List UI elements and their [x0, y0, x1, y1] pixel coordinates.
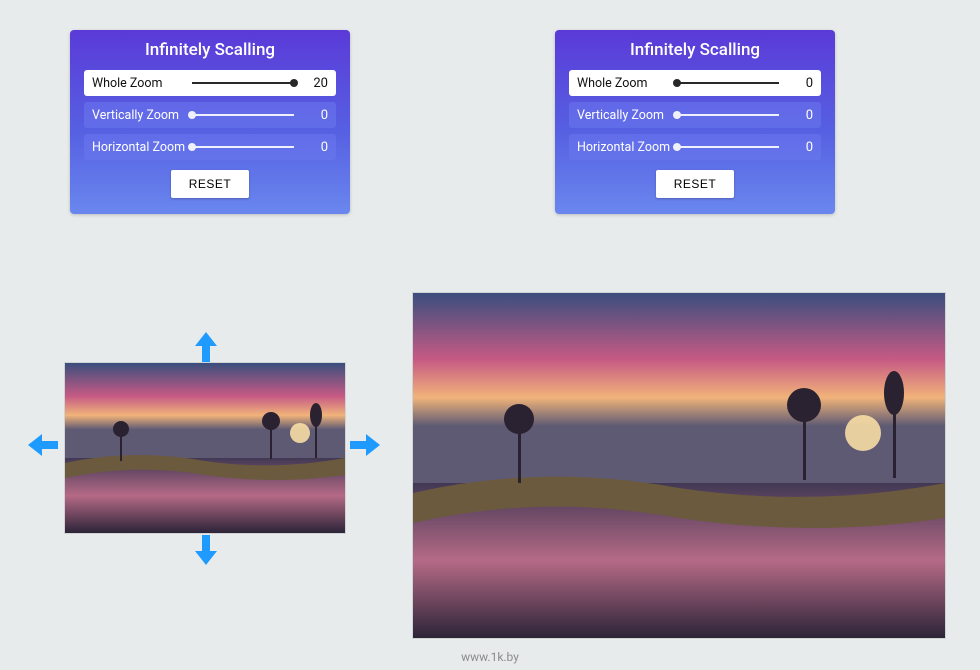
arrow-down-icon: [195, 535, 217, 565]
slider-thumb-icon[interactable]: [673, 79, 681, 87]
slider-value: 0: [779, 108, 813, 123]
slider-row-whole-zoom[interactable]: Whole Zoom 20: [84, 70, 336, 96]
slider-row-vertical-zoom[interactable]: Vertically Zoom 0: [84, 102, 336, 128]
footer-credit: www.1k.by: [0, 650, 980, 664]
slider-value: 0: [779, 76, 813, 91]
slider-track[interactable]: [677, 82, 779, 84]
slider-thumb-icon[interactable]: [188, 111, 196, 119]
arrow-up-icon: [195, 332, 217, 362]
preview-image-large: [413, 293, 945, 638]
slider-track[interactable]: [192, 114, 294, 116]
slider-label: Whole Zoom: [577, 76, 677, 91]
panel-title: Infinitely Scalling: [569, 40, 821, 60]
slider-thumb-icon[interactable]: [290, 79, 298, 87]
slider-thumb-icon[interactable]: [188, 143, 196, 151]
arrow-left-icon: [28, 434, 58, 456]
arrow-right-icon: [350, 434, 380, 456]
slider-row-vertical-zoom[interactable]: Vertically Zoom 0: [569, 102, 821, 128]
slider-value: 0: [294, 108, 328, 123]
slider-track[interactable]: [677, 146, 779, 148]
slider-thumb-icon[interactable]: [673, 111, 681, 119]
slider-track[interactable]: [192, 146, 294, 148]
zoom-control-panel-left: Infinitely Scalling Whole Zoom 20 Vertic…: [70, 30, 350, 214]
slider-row-horizontal-zoom[interactable]: Horizontal Zoom 0: [84, 134, 336, 160]
slider-label: Horizontal Zoom: [92, 140, 192, 155]
slider-label: Vertically Zoom: [577, 108, 677, 123]
slider-label: Whole Zoom: [92, 76, 192, 91]
slider-value: 0: [294, 140, 328, 155]
zoom-control-panel-right: Infinitely Scalling Whole Zoom 0 Vertica…: [555, 30, 835, 214]
slider-value: 20: [294, 76, 328, 91]
slider-label: Horizontal Zoom: [577, 140, 677, 155]
slider-label: Vertically Zoom: [92, 108, 192, 123]
slider-row-whole-zoom[interactable]: Whole Zoom 0: [569, 70, 821, 96]
slider-track[interactable]: [677, 114, 779, 116]
slider-thumb-icon[interactable]: [673, 143, 681, 151]
slider-value: 0: [779, 140, 813, 155]
panel-title: Infinitely Scalling: [84, 40, 336, 60]
reset-button[interactable]: RESET: [171, 170, 250, 198]
slider-track[interactable]: [192, 82, 294, 84]
slider-row-horizontal-zoom[interactable]: Horizontal Zoom 0: [569, 134, 821, 160]
preview-image-small: [65, 363, 345, 533]
reset-button[interactable]: RESET: [656, 170, 735, 198]
